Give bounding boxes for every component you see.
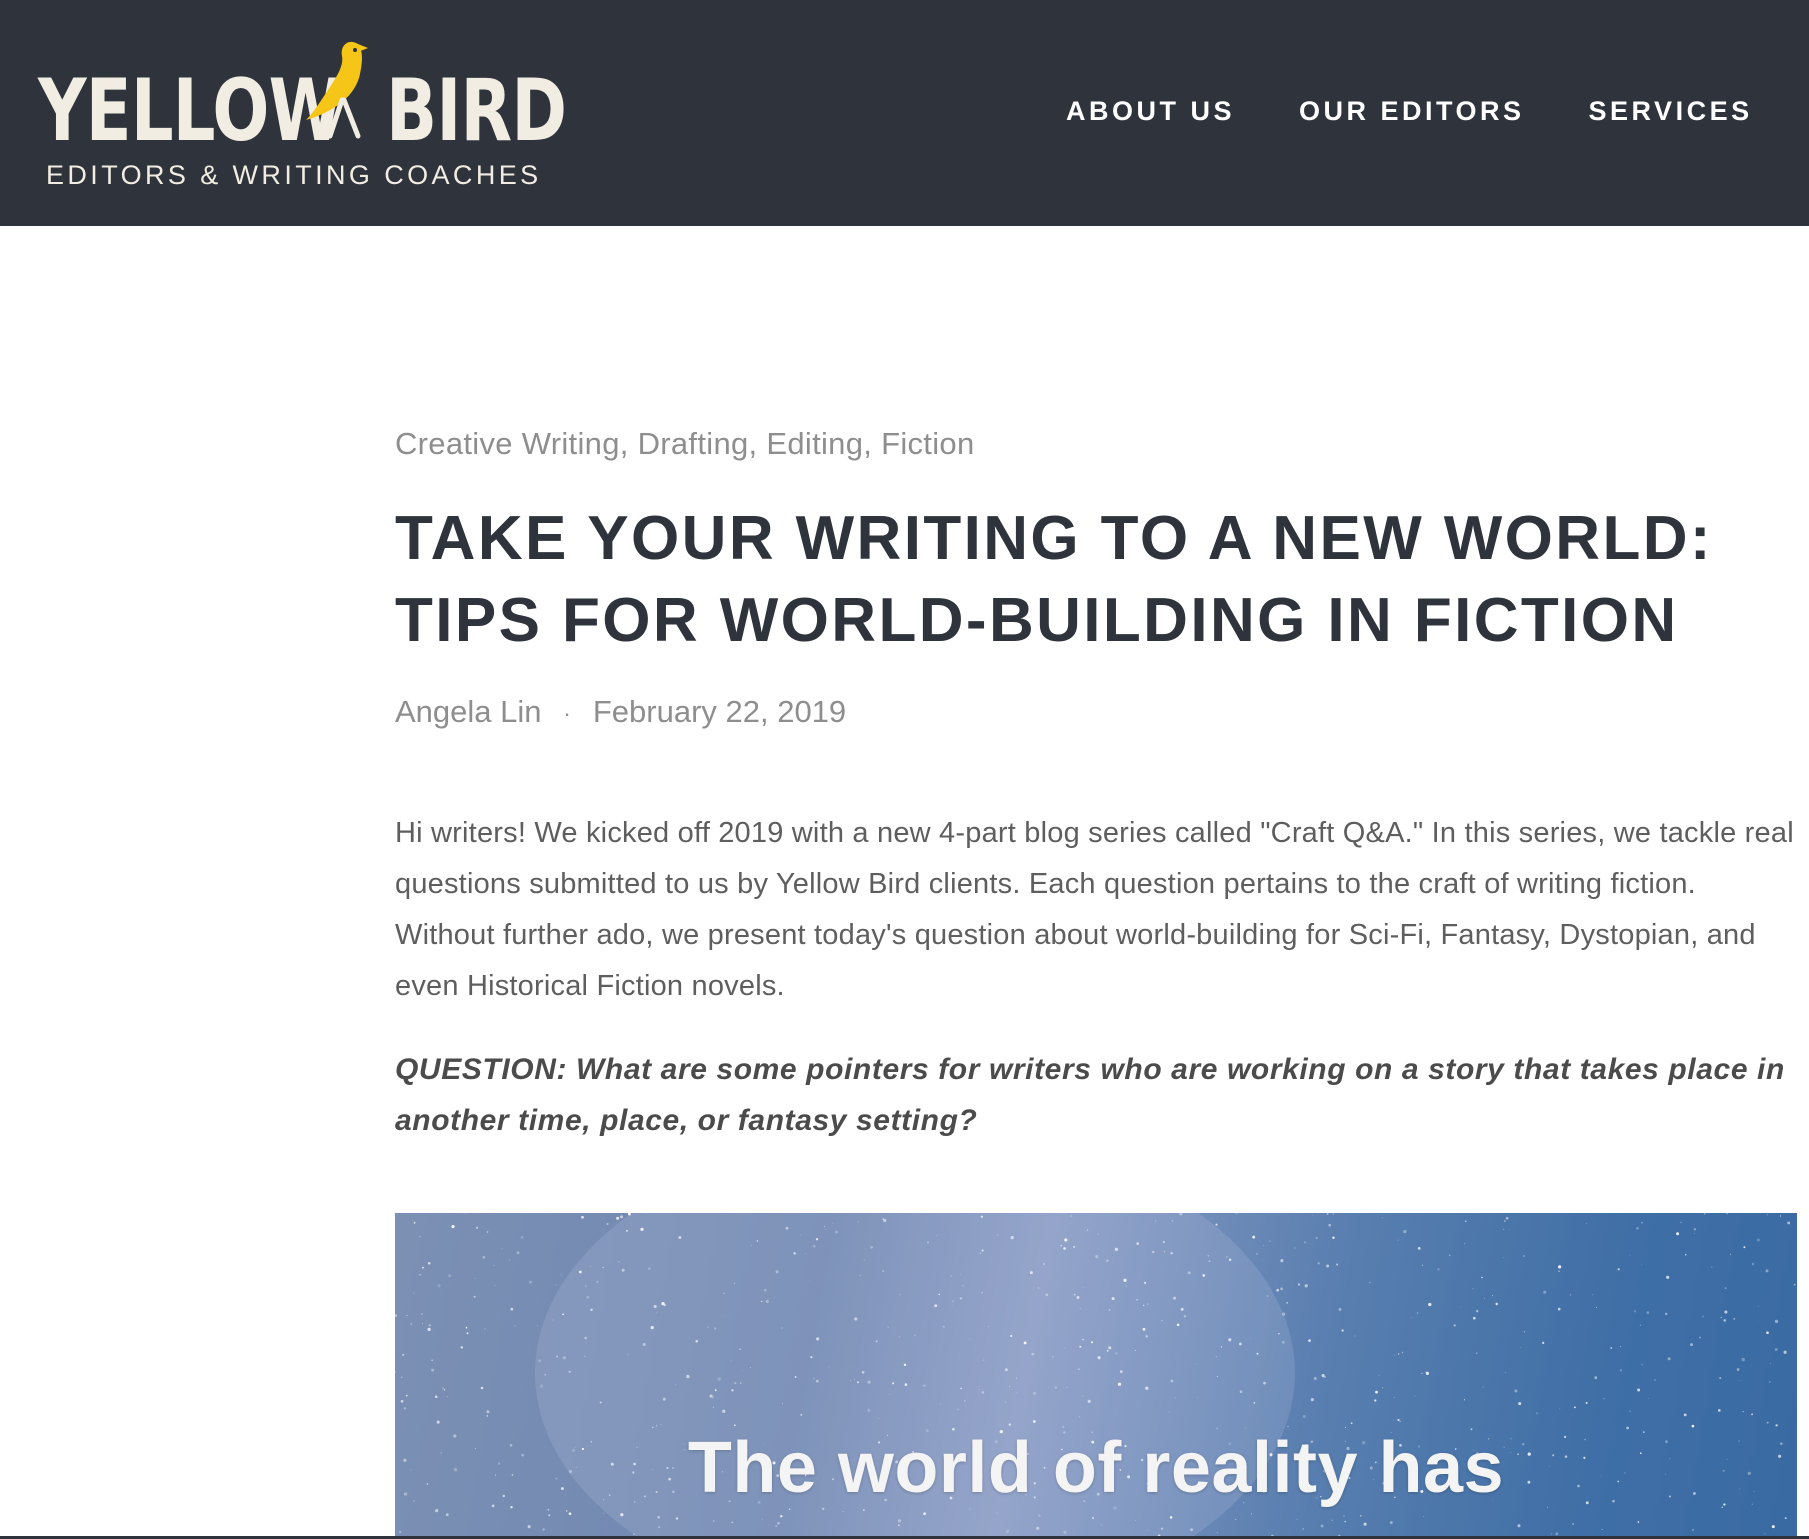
category-link[interactable]: Drafting xyxy=(638,426,749,461)
nav-services[interactable]: SERVICES xyxy=(1589,96,1753,126)
bird-icon xyxy=(306,41,368,139)
meta-separator: · xyxy=(563,700,571,726)
category-separator: , xyxy=(863,426,882,461)
author-link[interactable]: Angela Lin xyxy=(395,694,542,729)
nav-about-us[interactable]: ABOUT US xyxy=(1066,96,1235,126)
article-title: Take Your Writing to a New World: Tips f… xyxy=(395,504,1713,655)
article-meta: Angela Lin · February 22, 2019 xyxy=(395,686,846,740)
site-logo[interactable]: YELLOW BIRD EDITORS & WRITING COACHES xyxy=(38,34,567,194)
category-link[interactable]: Fiction xyxy=(881,426,974,461)
publish-date: February 22, 2019 xyxy=(592,694,847,729)
logo-word-yellow: YELLOW xyxy=(38,61,343,161)
category-separator: , xyxy=(619,426,638,461)
main-nav: ABOUT US OUR EDITORS SERVICES TE xyxy=(1066,96,1809,126)
logo-tagline: EDITORS & WRITING COACHES xyxy=(46,160,542,190)
hero-image: The world of reality has xyxy=(395,1213,1797,1539)
category-separator: , xyxy=(748,426,767,461)
category-link[interactable]: Creative Writing xyxy=(395,426,620,461)
hero-image-caption: The world of reality has xyxy=(687,1428,1505,1508)
logo-word-bird: BIRD xyxy=(386,61,567,161)
site-header: YELLOW BIRD EDITORS & WRITING COACHES AB… xyxy=(0,0,1809,226)
question-paragraph: QUESTION: What are some pointers for wri… xyxy=(395,1053,1785,1137)
category-list: Creative Writing, Drafting, Editing, Fic… xyxy=(395,418,974,470)
nav-our-editors[interactable]: OUR EDITORS xyxy=(1299,96,1525,126)
intro-paragraph: Hi writers! We kicked off 2019 with a ne… xyxy=(395,817,1794,1002)
category-link[interactable]: Editing xyxy=(766,426,863,461)
